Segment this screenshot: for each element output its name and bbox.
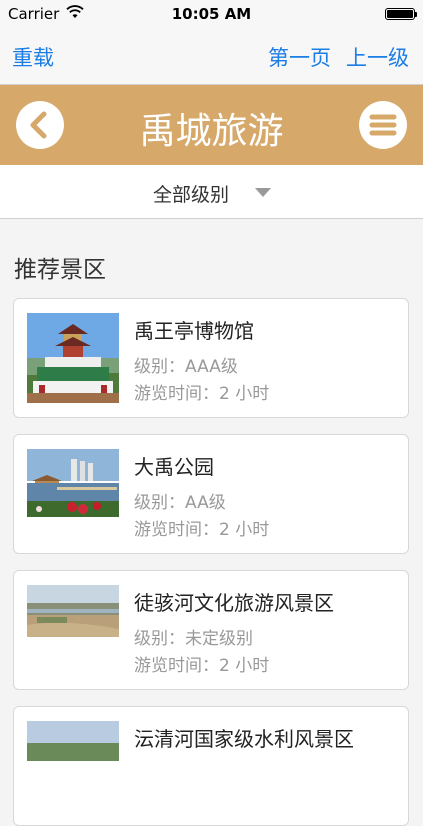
scenic-spot-duration: 游览时间：2 小时 [134, 384, 270, 404]
reload-link[interactable]: 重载 [12, 42, 54, 72]
scenic-spot-duration: 游览时间：2 小时 [134, 520, 270, 540]
section-title: 推荐景区 [14, 257, 106, 283]
scenic-spot-name: 大禹公园 [134, 455, 214, 479]
scenic-spot-duration: 游览时间：2 小时 [134, 656, 270, 676]
menu-button[interactable] [359, 101, 407, 149]
scenic-spot-card[interactable]: 沄清河国家级水利风景区 [13, 706, 409, 826]
battery-icon [385, 8, 417, 20]
scenic-spot-card[interactable]: 大禹公园 级别：AA级 游览时间：2 小时 [13, 434, 409, 554]
top-nav-bar: 重载 第一页 上一级 [0, 28, 423, 85]
scenic-spot-level: 级别：AAA级 [134, 357, 238, 377]
scenic-spot-name: 沄清河国家级水利风景区 [134, 727, 354, 751]
level-filter-label: 全部级别 [153, 184, 230, 206]
first-page-link[interactable]: 第一页 [268, 42, 331, 72]
scenic-spot-thumbnail [27, 449, 119, 517]
scenic-spot-thumbnail [27, 313, 119, 403]
scenic-spot-level: 级别：AA级 [134, 493, 226, 513]
scenic-spot-name: 徒骇河文化旅游风景区 [134, 591, 334, 615]
scenic-spot-card[interactable]: 禹王亭博物馆 级别：AAA级 游览时间：2 小时 [13, 298, 409, 418]
scenic-spot-level: 级别：未定级别 [134, 629, 253, 649]
scenic-spot-name: 禹王亭博物馆 [134, 319, 254, 343]
hamburger-menu-icon [369, 114, 397, 136]
clock: 10:05 AM [171, 5, 252, 23]
level-filter-dropdown[interactable]: 全部级别 [0, 165, 423, 219]
up-level-link[interactable]: 上一级 [346, 42, 409, 72]
app-header: 禹城旅游 [0, 85, 423, 165]
scenic-spot-thumbnail [27, 585, 119, 637]
scenic-spot-thumbnail [27, 721, 119, 761]
status-bar: Carrier 10:05 AM [0, 0, 423, 28]
scenic-spot-card[interactable]: 徒骇河文化旅游风景区 级别：未定级别 游览时间：2 小时 [13, 570, 409, 690]
caret-down-icon [255, 188, 271, 197]
